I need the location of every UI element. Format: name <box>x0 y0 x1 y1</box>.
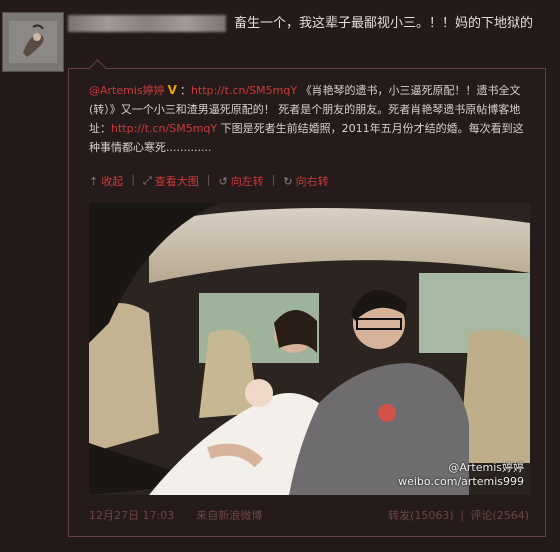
user-avatar[interactable] <box>2 12 64 72</box>
repost-footer: 12月27日 17:03 来自 新浪微博 转发(15063) | 评论(2564… <box>89 507 529 523</box>
wedding-photo[interactable]: @Artemis婷婷 weibo.com/artemis999 <box>89 203 530 495</box>
blurred-username[interactable] <box>68 15 226 32</box>
rotate-right-label: 向右转 <box>295 175 329 188</box>
rotate-right-button[interactable]: ↻ 向右转 <box>283 173 328 189</box>
footer-actions: 转发(15063) | 评论(2564) <box>388 507 529 523</box>
rotate-left-icon: ↺ <box>218 174 228 188</box>
watermark-handle: @Artemis婷婷 <box>448 461 524 474</box>
rotate-left-button[interactable]: ↺ 向左转 <box>218 173 263 189</box>
collapse-label: 收起 <box>101 175 124 188</box>
post-content: 畜生一个，我这辈子最鄙视小三。！！妈的下地狱的 <box>68 14 556 34</box>
short-link-2[interactable]: http://t.cn/SM5mqY <box>111 122 217 135</box>
repost-box: @Artemis婷婷 V ：http://t.cn/SM5mqY 《肖艳琴的遗书，小… <box>68 59 546 537</box>
image-actions: ⇡ 收起 | ⤢ 查看大图 | ↺ 向左转 | ↻ 向右转 <box>89 173 329 189</box>
comment-count-link[interactable]: 评论(2564) <box>470 509 529 522</box>
photo-watermark: @Artemis婷婷 weibo.com/artemis999 <box>398 461 524 489</box>
rotate-left-label: 向左转 <box>230 175 264 188</box>
divider: | <box>271 173 276 186</box>
collapse-button[interactable]: ⇡ 收起 <box>89 173 123 189</box>
box-pointer <box>88 59 107 78</box>
divider: | <box>131 173 135 186</box>
vip-badge-icon: V <box>167 83 177 97</box>
timestamp-link[interactable]: 12月27日 17:03 <box>89 507 174 523</box>
source-prefix: 来自 <box>196 509 219 522</box>
short-link-1[interactable]: http://t.cn/SM5mqY <box>191 84 297 97</box>
footer-divider: | <box>460 509 464 522</box>
arrow-up-icon: ⇡ <box>89 174 99 188</box>
repost-count-link[interactable]: 转发(15063) <box>388 509 454 522</box>
watermark-url: weibo.com/artemis999 <box>398 475 524 488</box>
repost-text: @Artemis婷婷 V ：http://t.cn/SM5mqY 《肖艳琴的遗书，小… <box>89 81 529 157</box>
repost-author-link[interactable]: @Artemis婷婷 <box>89 84 165 97</box>
view-large-label: 查看大图 <box>154 175 199 188</box>
rotate-right-icon: ↻ <box>283 174 293 188</box>
post-text: 畜生一个，我这辈子最鄙视小三。！！妈的下地狱的 <box>234 16 534 31</box>
view-large-button[interactable]: ⤢ 查看大图 <box>143 173 199 189</box>
colon: ： <box>179 84 191 97</box>
expand-icon: ⤢ <box>142 174 152 187</box>
source-link[interactable]: 新浪微博 <box>218 507 262 523</box>
divider: | <box>206 173 211 186</box>
